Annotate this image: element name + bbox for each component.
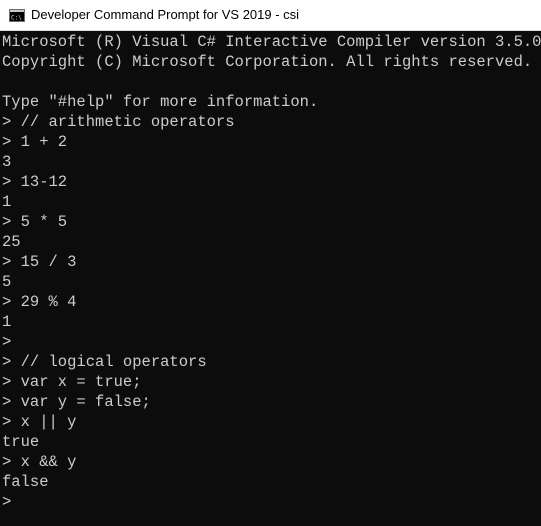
console-line: > var x = true;	[2, 373, 142, 391]
console-line: > 13-12	[2, 173, 68, 191]
console-line: > 15 / 3	[2, 253, 77, 271]
console-line: > x || y	[2, 413, 77, 431]
console-line: 25	[2, 233, 21, 251]
console-line: Copyright (C) Microsoft Corporation. All…	[2, 53, 533, 71]
terminal-window: C:\ Developer Command Prompt for VS 2019…	[0, 0, 541, 526]
console-line: false	[2, 473, 49, 491]
console-line: 1	[2, 313, 12, 331]
console-line: > 1 + 2	[2, 133, 68, 151]
title-bar[interactable]: C:\ Developer Command Prompt for VS 2019…	[0, 0, 541, 31]
window-title: Developer Command Prompt for VS 2019 - c…	[31, 7, 300, 22]
console-line: 5	[2, 273, 12, 291]
console-line: Microsoft (R) Visual C# Interactive Comp…	[2, 33, 541, 51]
console-prompt[interactable]: >	[2, 492, 541, 512]
console-line: > // logical operators	[2, 353, 207, 371]
console-line: > var y = false;	[2, 393, 151, 411]
console-icon: C:\	[9, 9, 25, 22]
console-line: 1	[2, 193, 12, 211]
console-line: > 5 * 5	[2, 213, 68, 231]
console-line: Type "#help" for more information.	[2, 93, 319, 111]
console-line: > // arithmetic operators	[2, 113, 235, 131]
console-line: >	[2, 333, 12, 351]
svg-text:C:\: C:\	[11, 15, 22, 22]
console-line: 3	[2, 153, 12, 171]
console-line: true	[2, 433, 40, 451]
console-output[interactable]: Microsoft (R) Visual C# Interactive Comp…	[2, 32, 541, 526]
console-line: > 29 % 4	[2, 293, 77, 311]
console-line: > x && y	[2, 453, 77, 471]
